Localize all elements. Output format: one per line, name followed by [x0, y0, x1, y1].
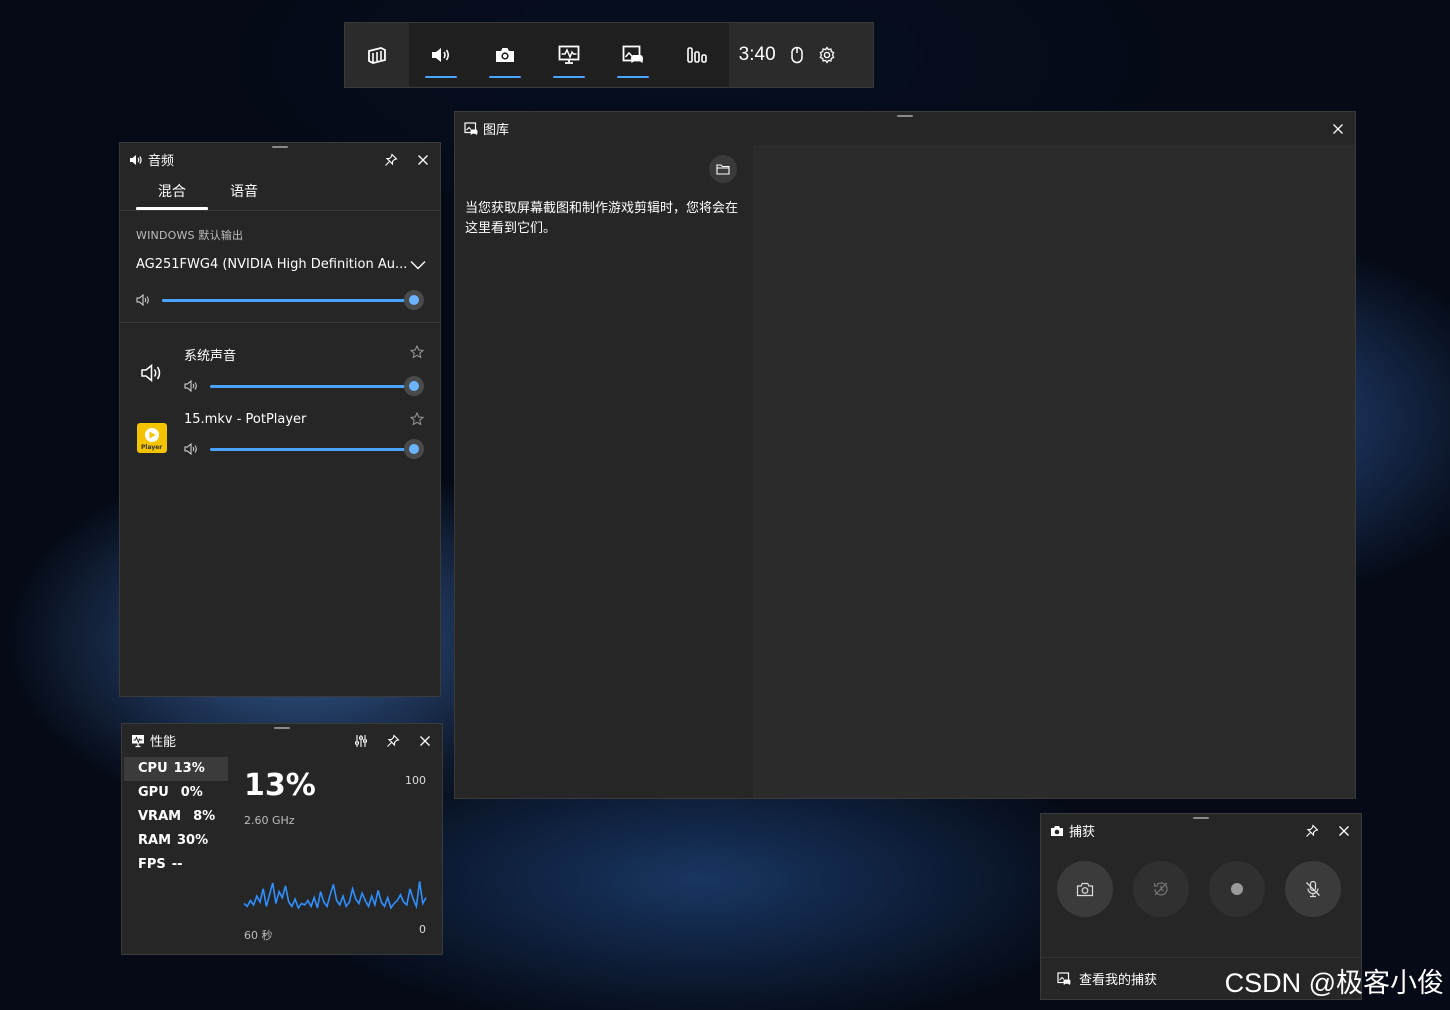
- clock: 3:40: [738, 44, 776, 65]
- volume-icon[interactable]: [184, 380, 200, 392]
- record-last-30s-button[interactable]: [1133, 861, 1189, 917]
- gallery-preview: [753, 145, 1355, 798]
- app-volume-slider[interactable]: [210, 438, 424, 459]
- speaker-icon: [136, 357, 168, 389]
- output-device-name: AG251FWG4 (NVIDIA High Definition Au...: [136, 257, 408, 272]
- settings-gear-icon[interactable]: [818, 46, 836, 64]
- metric-gpu[interactable]: GPU 0%: [124, 781, 228, 805]
- open-folder-button[interactable]: [709, 155, 737, 183]
- cpu-usage-graph: [243, 881, 427, 910]
- close-icon[interactable]: [1329, 120, 1347, 138]
- volume-icon[interactable]: [136, 294, 152, 306]
- microphone-off-icon: [1304, 880, 1322, 898]
- tab-mix[interactable]: 混合: [136, 176, 208, 210]
- empty-gallery-message: 当您获取屏幕截图和制作游戏剪辑时，您将会在这里看到它们。: [465, 201, 739, 236]
- performance-monitor-icon: [558, 45, 580, 65]
- capture-widget-button[interactable]: [473, 23, 537, 87]
- close-icon[interactable]: [414, 151, 432, 169]
- app-volume-slider[interactable]: [210, 375, 424, 396]
- drag-handle[interactable]: [274, 727, 290, 729]
- metric-vram[interactable]: VRAM 8%: [124, 805, 228, 829]
- metric-list: CPU 13% GPU 0% VRAM 8% RAM 30% FPS --: [124, 757, 228, 877]
- watermark: CSDN @极客小俊: [1224, 968, 1444, 998]
- start-recording-button[interactable]: [1209, 861, 1265, 917]
- drag-handle[interactable]: [897, 115, 913, 117]
- gallery-controller-icon: [622, 45, 644, 65]
- panel-title: 性能: [150, 735, 177, 750]
- speaker-icon: [430, 46, 452, 64]
- audio-titlebar[interactable]: 音频: [120, 143, 440, 176]
- game-bar: 3:40: [344, 22, 874, 88]
- potplayer-icon: Player: [136, 422, 168, 454]
- close-icon[interactable]: [416, 732, 434, 750]
- gallery-panel: 图库 当您获取屏幕截图和制作游戏剪辑时，您将会在这里看到它们。: [454, 111, 1356, 799]
- app-name: 15.mkv - PotPlayer: [184, 412, 307, 427]
- pin-icon[interactable]: [1303, 822, 1321, 840]
- app-row-system-sounds: 系统声音: [136, 345, 424, 396]
- favorite-star-icon[interactable]: [410, 412, 424, 426]
- gallery-list: 当您获取屏幕截图和制作游戏剪辑时，您将会在这里看到它们。: [455, 145, 753, 798]
- view-my-captures-label: 查看我的捕获: [1079, 973, 1158, 988]
- graph-max-label: 100: [405, 774, 426, 787]
- pin-icon[interactable]: [384, 732, 402, 750]
- microphone-toggle-button[interactable]: [1285, 861, 1341, 917]
- performance-widget-button[interactable]: [537, 23, 601, 87]
- camera-icon: [1049, 823, 1065, 839]
- gallery-icon: [1057, 971, 1071, 986]
- history-record-icon: [1152, 880, 1170, 898]
- gallery-icon: [463, 121, 479, 137]
- app-row-potplayer: Player 15.mkv - PotPlayer: [136, 412, 424, 459]
- gallery-titlebar[interactable]: 图库: [455, 112, 1355, 145]
- drag-handle[interactable]: [1193, 817, 1209, 819]
- xbox-social-widget-button[interactable]: [601, 23, 665, 87]
- tab-voice[interactable]: 语音: [208, 176, 280, 210]
- widget-menu-icon: [366, 45, 388, 65]
- panel-title: 音频: [148, 154, 175, 169]
- metric-cpu[interactable]: CPU 13%: [124, 757, 228, 781]
- speaker-icon: [128, 152, 144, 168]
- metric-ram[interactable]: RAM 30%: [124, 829, 228, 853]
- widget-menu-button[interactable]: [345, 23, 409, 87]
- graph-min-label: 0: [419, 923, 426, 936]
- performance-titlebar[interactable]: 性能: [122, 724, 442, 757]
- potplayer-icon-text: Player: [141, 444, 163, 451]
- audio-widget-button[interactable]: [409, 23, 473, 87]
- master-volume-row: [136, 289, 424, 310]
- cpu-usage-line: [243, 881, 427, 910]
- metric-fps[interactable]: FPS --: [124, 853, 228, 877]
- capture-titlebar[interactable]: 捕获: [1041, 814, 1361, 847]
- slider-thumb[interactable]: [404, 375, 424, 396]
- camera-icon: [494, 46, 516, 64]
- screenshot-button[interactable]: [1057, 861, 1113, 917]
- panel-title: 捕获: [1069, 825, 1096, 840]
- performance-panel: 性能 CPU 13% GPU 0% VRAM 8% RAM 30% FPS -- 13% …: [121, 723, 443, 955]
- slider-thumb[interactable]: [404, 289, 424, 310]
- output-device-dropdown[interactable]: AG251FWG4 (NVIDIA High Definition Au...: [136, 257, 426, 272]
- master-volume-slider[interactable]: [162, 289, 424, 310]
- capture-buttons: [1041, 847, 1361, 917]
- volume-icon[interactable]: [184, 443, 200, 455]
- record-dot-icon: [1230, 882, 1244, 896]
- graph-time-span: 60 秒: [244, 929, 273, 942]
- slider-thumb[interactable]: [404, 438, 424, 459]
- audio-panel: 音频 混合 语音 WINDOWS 默认输出 AG251FWG4 (NVIDIA …: [119, 142, 441, 697]
- bar-chart-icon: [686, 46, 708, 64]
- cpu-frequency: 2.60 GHz: [244, 814, 295, 827]
- chevron-down-icon: [410, 260, 426, 270]
- mouse-icon[interactable]: [790, 46, 804, 64]
- folder-icon: [716, 163, 730, 175]
- performance-monitor-icon: [130, 733, 146, 749]
- drag-handle[interactable]: [272, 146, 288, 148]
- favorite-star-icon[interactable]: [410, 345, 424, 359]
- close-icon[interactable]: [1335, 822, 1353, 840]
- cpu-usage-value: 13%: [244, 768, 316, 803]
- audio-tabs: 混合 语音: [120, 176, 440, 211]
- pin-icon[interactable]: [382, 151, 400, 169]
- resources-widget-button[interactable]: [665, 23, 729, 87]
- app-name: 系统声音: [184, 349, 237, 364]
- panel-title: 图库: [483, 123, 510, 138]
- camera-icon: [1076, 882, 1094, 897]
- default-output-label: WINDOWS 默认输出: [136, 229, 244, 242]
- options-sliders-icon[interactable]: [352, 732, 370, 750]
